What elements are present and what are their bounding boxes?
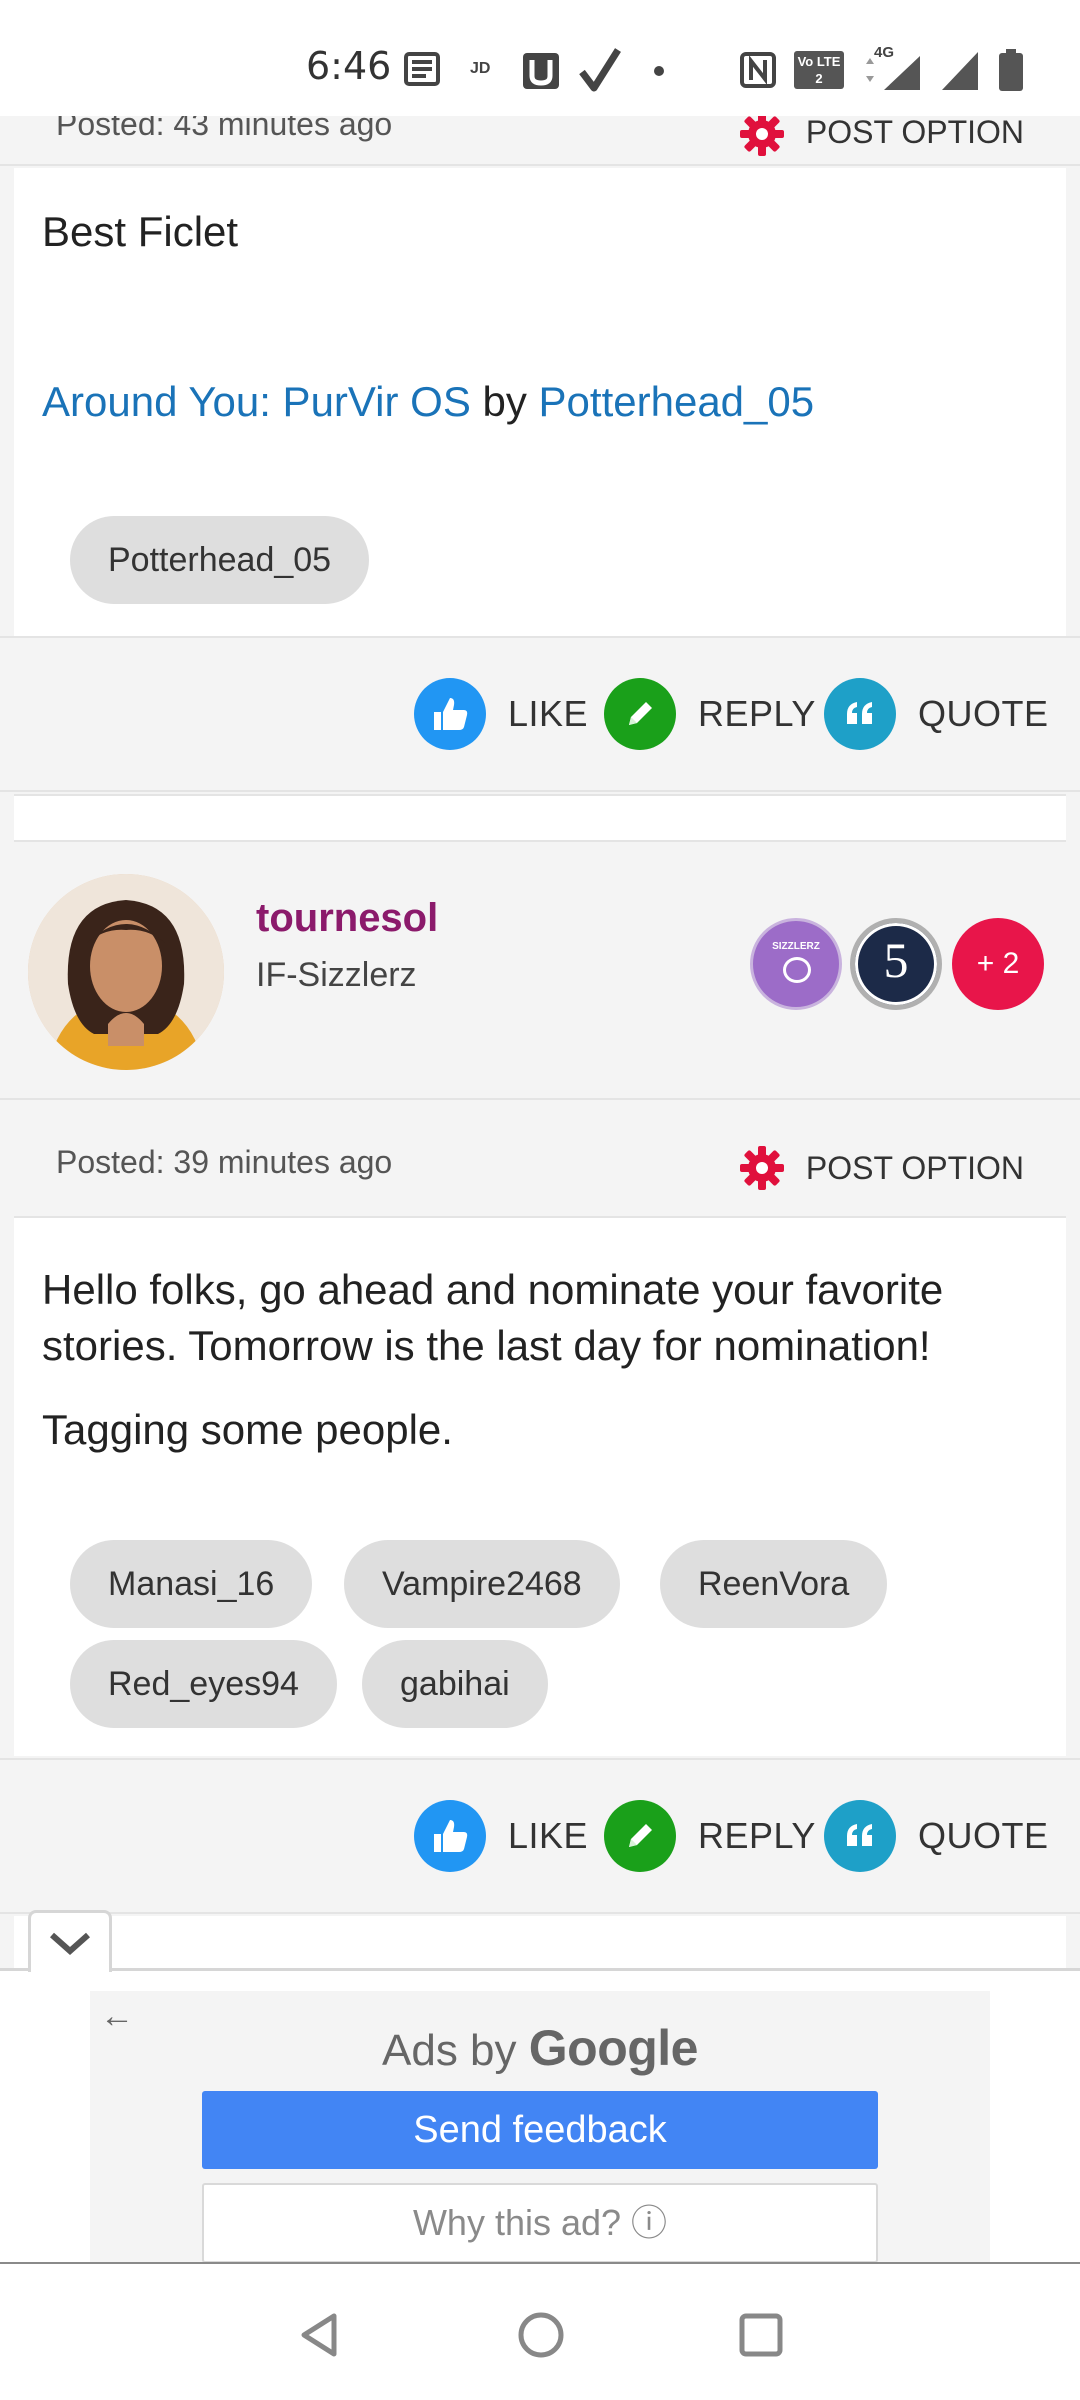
- post-actions: LIKE REPLY QUOTE: [0, 1758, 1080, 1914]
- divider: [14, 794, 1066, 842]
- gear-icon: [739, 112, 784, 156]
- back-nav-icon[interactable]: [296, 2310, 346, 2360]
- more-badges-button[interactable]: + 2: [952, 918, 1044, 1010]
- tag-pill[interactable]: gabihai: [362, 1640, 548, 1728]
- why-this-ad-button[interactable]: Why this ad? ⓘ: [202, 2183, 878, 2263]
- check-icon: [579, 48, 621, 92]
- quote-icon: [824, 678, 896, 750]
- battery-icon: [999, 49, 1023, 91]
- tag-pill[interactable]: Potterhead_05: [70, 516, 370, 604]
- post-paragraph: Hello folks, go ahead and nominate your …: [42, 1266, 944, 1369]
- signal-icon: [942, 52, 978, 90]
- by-text: by: [482, 378, 527, 425]
- next-card-edge: [14, 1916, 1066, 1968]
- quote-icon: [824, 1800, 896, 1872]
- post-option-button[interactable]: POST OPTION: [738, 1144, 1024, 1192]
- tag-pill[interactable]: Vampire2468: [344, 1540, 620, 1628]
- recents-nav-icon[interactable]: [736, 2310, 786, 2360]
- nfc-icon: [740, 52, 776, 88]
- like-button[interactable]: LIKE: [414, 1800, 588, 1872]
- tag-pill[interactable]: Red_eyes94: [70, 1640, 337, 1728]
- tag-pill[interactable]: ReenVora: [660, 1540, 888, 1628]
- ad-banner: ← Ads by Google Send feedback Why this a…: [0, 1968, 1080, 2265]
- thumbs-up-icon: [414, 1800, 486, 1872]
- u-app-icon: [523, 53, 559, 89]
- author-link[interactable]: Potterhead_05: [539, 378, 815, 425]
- status-bar: 6:46 JD Vo LTE 2 4G: [0, 0, 1080, 116]
- post-body: Hello folks, go ahead and nominate your …: [14, 1216, 1066, 1756]
- sizzlerz-badge[interactable]: SIZZLERZ: [750, 918, 842, 1010]
- system-nav-bar: [0, 2262, 1080, 2400]
- like-button[interactable]: LIKE: [414, 678, 588, 750]
- home-nav-icon[interactable]: [516, 2310, 566, 2360]
- ad-collapse-button[interactable]: [28, 1910, 112, 1972]
- 4g-signal-icon: 4G: [862, 44, 922, 90]
- story-link[interactable]: Around You: PurVir OS: [42, 378, 471, 425]
- group-icon: [783, 957, 811, 983]
- post-heading: Best Ficlet: [42, 208, 239, 255]
- quote-button[interactable]: QUOTE: [824, 1800, 1049, 1872]
- avatar[interactable]: [28, 874, 224, 1070]
- pencil-icon: [604, 678, 676, 750]
- user-title: IF-Sizzlerz: [256, 956, 417, 994]
- pencil-icon: [604, 1800, 676, 1872]
- status-time: 6:46: [306, 44, 392, 88]
- story-line: Around You: PurVir OS by Potterhead_05: [42, 374, 814, 430]
- post-meta-row: Posted: 39 minutes ago POST OPTION: [0, 1100, 1080, 1216]
- gear-icon: [739, 1146, 784, 1190]
- previous-post-body: Best Ficlet Around You: PurVir OS by Pot…: [14, 168, 1066, 636]
- post-time: Posted: 39 minutes ago: [56, 1144, 393, 1180]
- chevron-down-icon: [50, 1932, 90, 1955]
- ad-panel: ← Ads by Google Send feedback Why this a…: [90, 1991, 990, 2265]
- post-paragraph: Tagging some people.: [42, 1406, 453, 1453]
- volte-icon: Vo LTE 2: [794, 51, 844, 89]
- post-actions: LIKE REPLY QUOTE: [0, 636, 1080, 792]
- news-icon: [404, 52, 440, 86]
- post-author-row: tournesol IF-Sizzlerz SIZZLERZ 5 + 2: [0, 844, 1080, 1100]
- reply-button[interactable]: REPLY: [604, 1800, 816, 1872]
- tag-pill[interactable]: Manasi_16: [70, 1540, 313, 1628]
- jd-icon: JD: [470, 60, 491, 77]
- level-badge[interactable]: 5: [850, 918, 942, 1010]
- dot-icon: [654, 66, 664, 76]
- thumbs-up-icon: [414, 678, 486, 750]
- reply-button[interactable]: REPLY: [604, 678, 816, 750]
- username[interactable]: tournesol: [256, 896, 438, 941]
- ads-by-google: Ads by Google: [382, 2020, 699, 2076]
- quote-button[interactable]: QUOTE: [824, 678, 1049, 750]
- send-feedback-button[interactable]: Send feedback: [202, 2091, 878, 2169]
- google-logo: Google: [528, 2020, 699, 2076]
